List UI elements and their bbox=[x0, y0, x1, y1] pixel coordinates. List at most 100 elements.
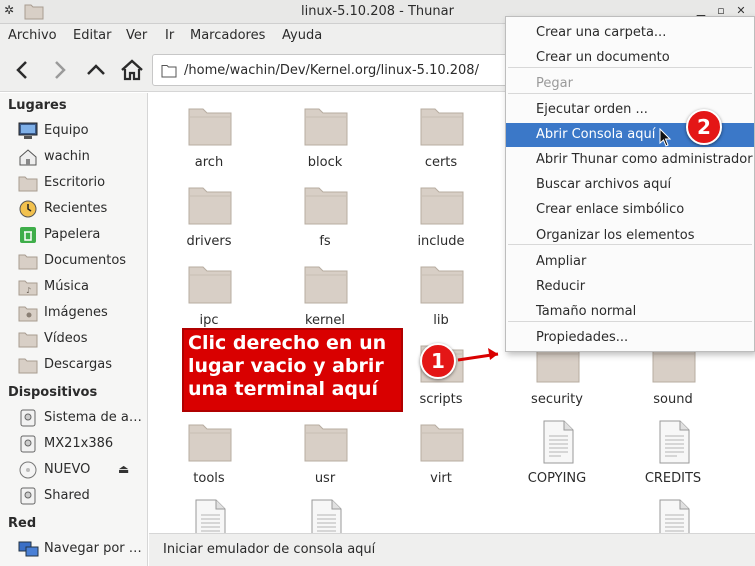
folder-icon bbox=[419, 182, 465, 228]
sidebar-item-shared[interactable]: Shared bbox=[0, 484, 147, 508]
text-file-icon bbox=[651, 498, 697, 533]
item-name: virt bbox=[430, 471, 452, 486]
menu-item-create-folder[interactable]: Crear una carpeta... bbox=[506, 21, 754, 45]
sidebar-item-browse-network[interactable]: Navegar por … bbox=[0, 537, 147, 561]
sidebar-heading-network: Red bbox=[8, 516, 37, 531]
folder-icon bbox=[303, 419, 349, 465]
file-item[interactable]: COPYING bbox=[507, 413, 607, 492]
downloads-folder-icon bbox=[18, 356, 38, 374]
item-name: block bbox=[307, 155, 343, 170]
documents-folder-icon bbox=[18, 252, 38, 270]
folder-item[interactable]: ipc bbox=[159, 255, 259, 334]
sidebar-item-equipo[interactable]: Equipo bbox=[0, 119, 147, 143]
sidebar: Lugares Equipo wachin Escritorio Recient… bbox=[0, 93, 148, 566]
eject-icon[interactable]: ⏏ bbox=[118, 462, 129, 476]
folder-icon bbox=[161, 63, 177, 83]
disc-icon bbox=[18, 461, 38, 479]
drive-icon bbox=[18, 409, 38, 427]
menu-separator bbox=[508, 321, 752, 322]
menu-ayuda[interactable]: Ayuda bbox=[282, 28, 322, 43]
item-name: lib bbox=[433, 313, 449, 328]
sidebar-item-musica[interactable]: ♪ Música bbox=[0, 275, 147, 299]
folder-item[interactable]: lib bbox=[391, 255, 491, 334]
menu-item-zoom-in[interactable]: Ampliar bbox=[506, 250, 754, 274]
text-file-icon bbox=[187, 498, 233, 533]
item-name: arch bbox=[194, 155, 224, 170]
back-button[interactable] bbox=[10, 57, 36, 83]
sidebar-item-imagenes[interactable]: Imágenes bbox=[0, 301, 147, 325]
item-name: scripts bbox=[419, 392, 463, 407]
item-name: COPYING bbox=[527, 471, 587, 486]
menu-editar[interactable]: Editar bbox=[73, 28, 112, 43]
item-name: kernel bbox=[304, 313, 346, 328]
folder-icon bbox=[419, 419, 465, 465]
videos-folder-icon bbox=[18, 330, 38, 348]
sidebar-item-mx21x386[interactable]: MX21x386 bbox=[0, 432, 147, 456]
sidebar-item-documentos[interactable]: Documentos bbox=[0, 249, 147, 273]
pictures-folder-icon bbox=[18, 304, 38, 322]
network-icon bbox=[18, 540, 39, 558]
menu-item-zoom-out[interactable]: Reducir bbox=[506, 275, 754, 299]
sidebar-item-papelera[interactable]: Papelera bbox=[0, 223, 147, 247]
sidebar-item-descargas[interactable]: Descargas bbox=[0, 353, 147, 377]
item-name: certs bbox=[424, 155, 458, 170]
item-name: include bbox=[417, 234, 465, 249]
home-button[interactable] bbox=[119, 57, 145, 83]
folder-item[interactable]: certs bbox=[391, 97, 491, 176]
file-item[interactable] bbox=[623, 492, 723, 533]
menu-ir[interactable]: Ir bbox=[165, 28, 174, 43]
menu-archivo[interactable]: Archivo bbox=[8, 28, 57, 43]
desktop-folder-icon bbox=[18, 174, 38, 192]
menu-item-create-symlink[interactable]: Crear enlace simbólico bbox=[506, 198, 754, 222]
status-bar: Iniciar emulador de consola aquí bbox=[149, 533, 755, 566]
clock-icon bbox=[18, 200, 38, 218]
menu-item-properties[interactable]: Propiedades... bbox=[506, 326, 754, 350]
folder-icon bbox=[187, 419, 233, 465]
folder-item[interactable]: block bbox=[275, 97, 375, 176]
sidebar-item-wachin[interactable]: wachin bbox=[0, 145, 147, 169]
location-path: /home/wachin/Dev/Kernel.org/linux-5.10.2… bbox=[184, 63, 479, 78]
status-text: Iniciar emulador de consola aquí bbox=[163, 542, 376, 557]
sidebar-item-recientes[interactable]: Recientes bbox=[0, 197, 147, 221]
trash-icon bbox=[18, 226, 38, 244]
folder-icon bbox=[303, 182, 349, 228]
folder-item[interactable]: include bbox=[391, 176, 491, 255]
computer-icon bbox=[18, 122, 38, 140]
home-icon bbox=[18, 148, 38, 166]
text-file-icon bbox=[535, 419, 581, 465]
mouse-cursor-icon bbox=[659, 128, 672, 147]
annotation-callout: Clic derecho en un lugar vacio y abrir u… bbox=[182, 328, 403, 412]
menu-ver[interactable]: Ver bbox=[126, 28, 147, 43]
folder-item[interactable]: fs bbox=[275, 176, 375, 255]
sidebar-item-videos[interactable]: Vídeos bbox=[0, 327, 147, 351]
item-name: drivers bbox=[186, 234, 232, 249]
svg-text:♪: ♪ bbox=[26, 286, 31, 295]
file-item[interactable] bbox=[275, 492, 375, 533]
sidebar-item-filesystem[interactable]: Sistema de a… bbox=[0, 406, 147, 430]
folder-item[interactable]: usr bbox=[275, 413, 375, 492]
sidebar-item-escritorio[interactable]: Escritorio bbox=[0, 171, 147, 195]
location-bar[interactable]: /home/wachin/Dev/Kernel.org/linux-5.10.2… bbox=[152, 54, 512, 86]
folder-item[interactable]: virt bbox=[391, 413, 491, 492]
forward-button[interactable] bbox=[46, 57, 72, 83]
folder-icon bbox=[187, 182, 233, 228]
up-button[interactable] bbox=[83, 57, 109, 83]
item-name: usr bbox=[314, 471, 336, 486]
folder-item[interactable]: drivers bbox=[159, 176, 259, 255]
music-folder-icon: ♪ bbox=[18, 278, 38, 296]
folder-icon bbox=[419, 103, 465, 149]
file-item[interactable]: CREDITS bbox=[623, 413, 723, 492]
menu-separator bbox=[508, 67, 752, 68]
file-item[interactable] bbox=[159, 492, 259, 533]
folder-icon bbox=[187, 103, 233, 149]
menu-separator bbox=[508, 93, 752, 94]
menu-marcadores[interactable]: Marcadores bbox=[190, 28, 265, 43]
drive-icon bbox=[18, 435, 38, 453]
sidebar-item-nuevo[interactable]: NUEVO ⏏ bbox=[0, 458, 147, 482]
item-name: security bbox=[531, 392, 583, 407]
folder-item[interactable]: kernel bbox=[275, 255, 375, 334]
menu-item-search-files-here[interactable]: Buscar archivos aquí bbox=[506, 173, 754, 197]
folder-item[interactable]: arch bbox=[159, 97, 259, 176]
menu-item-open-thunar-admin[interactable]: Abrir Thunar como administrador bbox=[506, 148, 754, 172]
folder-item[interactable]: tools bbox=[159, 413, 259, 492]
